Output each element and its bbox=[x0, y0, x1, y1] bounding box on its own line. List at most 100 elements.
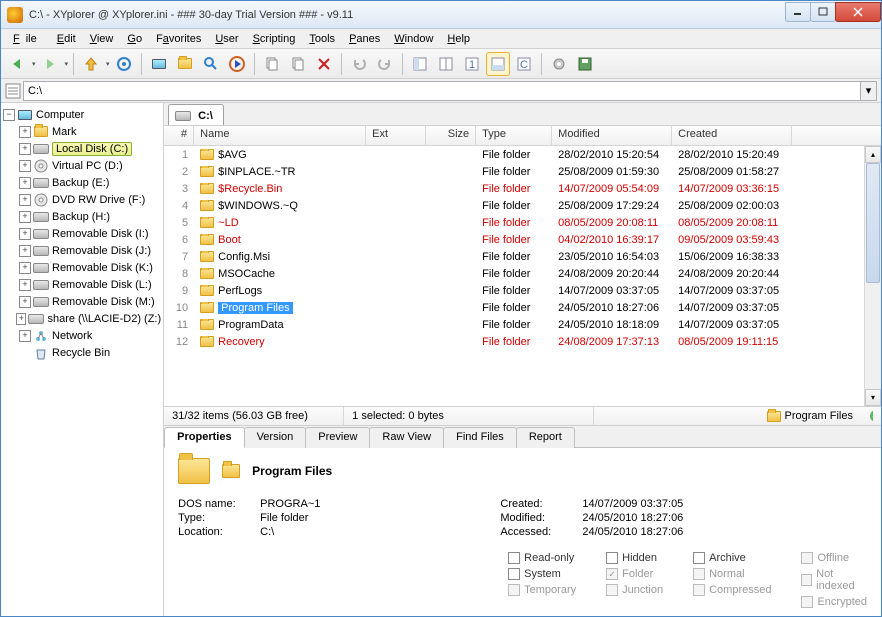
col-cre[interactable]: Created bbox=[672, 126, 792, 145]
col-type[interactable]: Type bbox=[476, 126, 552, 145]
fwd-dropdown[interactable]: ▾ bbox=[65, 60, 69, 68]
expand-icon[interactable]: + bbox=[19, 262, 31, 274]
menu-window[interactable]: Window bbox=[388, 32, 439, 46]
col-name[interactable]: Name bbox=[194, 126, 366, 145]
save-button[interactable] bbox=[573, 52, 597, 76]
maximize-button[interactable] bbox=[810, 2, 836, 22]
view-button[interactable] bbox=[147, 52, 171, 76]
menu-view[interactable]: View bbox=[84, 32, 120, 46]
tree-item[interactable]: +Removable Disk (M:) bbox=[3, 293, 161, 310]
expand-icon[interactable]: + bbox=[16, 313, 26, 325]
tree-item[interactable]: +Removable Disk (K:) bbox=[3, 259, 161, 276]
back-dropdown[interactable]: ▾ bbox=[32, 60, 36, 68]
tab-version[interactable]: Version bbox=[244, 427, 307, 448]
address-type-icon[interactable] bbox=[5, 83, 21, 99]
tab-report[interactable]: Report bbox=[516, 427, 575, 448]
tab-properties[interactable]: Properties bbox=[164, 427, 244, 448]
attr-hidden[interactable]: Hidden bbox=[606, 552, 663, 564]
expand-icon[interactable]: + bbox=[19, 211, 31, 223]
new-folder-button[interactable] bbox=[173, 52, 197, 76]
tree-item[interactable]: +Local Disk (C:) bbox=[3, 140, 161, 157]
tree-item[interactable]: +Removable Disk (J:) bbox=[3, 242, 161, 259]
address-dropdown[interactable]: ▾ bbox=[860, 82, 876, 100]
tree-item[interactable]: +Mark bbox=[3, 123, 161, 140]
redo-button[interactable] bbox=[373, 52, 397, 76]
expand-icon[interactable]: + bbox=[19, 177, 31, 189]
tree-item[interactable]: +Removable Disk (I:) bbox=[3, 225, 161, 242]
list-row[interactable]: 5~LDFile folder08/05/2009 20:08:1108/05/… bbox=[164, 214, 881, 231]
expand-icon[interactable]: + bbox=[19, 228, 31, 240]
list-row[interactable]: 7Config.MsiFile folder23/05/2010 16:54:0… bbox=[164, 248, 881, 265]
menu-user[interactable]: User bbox=[209, 32, 244, 46]
tree-item[interactable]: +Removable Disk (L:) bbox=[3, 276, 161, 293]
attr-system[interactable]: System bbox=[508, 568, 576, 580]
col-num[interactable]: # bbox=[164, 126, 194, 145]
folder-tree[interactable]: − Computer +Mark+Local Disk (C:)+Virtual… bbox=[1, 103, 164, 616]
tree-item[interactable]: +Network bbox=[3, 327, 161, 344]
panel5-button[interactable]: C bbox=[512, 52, 536, 76]
go-button[interactable] bbox=[225, 52, 249, 76]
up-dropdown[interactable]: ▾ bbox=[106, 60, 110, 68]
settings-button[interactable] bbox=[547, 52, 571, 76]
tree-item[interactable]: +DVD RW Drive (F:) bbox=[3, 191, 161, 208]
list-row[interactable]: 8MSOCacheFile folder24/08/2009 20:20:442… bbox=[164, 265, 881, 282]
panel2-button[interactable] bbox=[434, 52, 458, 76]
list-row[interactable]: 1$AVGFile folder28/02/2010 15:20:5428/02… bbox=[164, 146, 881, 163]
list-row[interactable]: 11ProgramDataFile folder24/05/2010 18:18… bbox=[164, 316, 881, 333]
menu-panes[interactable]: Panes bbox=[343, 32, 386, 46]
expand-icon[interactable]: + bbox=[19, 330, 31, 342]
list-row[interactable]: 4$WINDOWS.~QFile folder25/08/2009 17:29:… bbox=[164, 197, 881, 214]
close-button[interactable] bbox=[835, 2, 881, 22]
attr-readonly[interactable]: Read-only bbox=[508, 552, 576, 564]
undo-button[interactable] bbox=[347, 52, 371, 76]
menu-go[interactable]: Go bbox=[121, 32, 148, 46]
up-button[interactable] bbox=[79, 52, 103, 76]
col-size[interactable]: Size bbox=[426, 126, 476, 145]
tab-rawview[interactable]: Raw View bbox=[369, 427, 444, 448]
menu-tools[interactable]: Tools bbox=[303, 32, 341, 46]
minimize-button[interactable] bbox=[785, 2, 811, 22]
col-ext[interactable]: Ext bbox=[366, 126, 426, 145]
expand-icon[interactable]: + bbox=[19, 194, 31, 206]
col-mod[interactable]: Modified bbox=[552, 126, 672, 145]
expand-icon[interactable]: + bbox=[19, 245, 31, 257]
menu-edit[interactable]: Edit bbox=[51, 32, 82, 46]
copy-button[interactable] bbox=[260, 52, 284, 76]
tab-location[interactable]: C:\ bbox=[168, 104, 224, 125]
scroll-up-icon[interactable]: ▴ bbox=[865, 146, 881, 163]
target-button[interactable] bbox=[112, 52, 136, 76]
expand-icon[interactable]: + bbox=[19, 126, 31, 138]
list-row[interactable]: 10Program FilesFile folder24/05/2010 18:… bbox=[164, 299, 881, 316]
scroll-thumb[interactable] bbox=[866, 163, 880, 283]
expand-icon[interactable]: − bbox=[3, 109, 15, 121]
list-row[interactable]: 3$Recycle.BinFile folder14/07/2009 05:54… bbox=[164, 180, 881, 197]
menu-help[interactable]: Help bbox=[441, 32, 476, 46]
list-row[interactable]: 2$INPLACE.~TRFile folder25/08/2009 01:59… bbox=[164, 163, 881, 180]
search-button[interactable] bbox=[199, 52, 223, 76]
panel4-button[interactable] bbox=[486, 52, 510, 76]
cut-button[interactable] bbox=[286, 52, 310, 76]
tree-item[interactable]: +Backup (E:) bbox=[3, 174, 161, 191]
forward-button[interactable] bbox=[38, 52, 62, 76]
scroll-down-icon[interactable]: ▾ bbox=[865, 389, 881, 406]
tree-item[interactable]: +share (\\LACIE-D2) (Z:) bbox=[3, 310, 161, 327]
delete-button[interactable] bbox=[312, 52, 336, 76]
tree-item[interactable]: +Virtual PC (D:) bbox=[3, 157, 161, 174]
menu-favorites[interactable]: Favorites bbox=[150, 32, 207, 46]
vertical-scrollbar[interactable]: ▴ ▾ bbox=[864, 146, 881, 406]
list-row[interactable]: 6BootFile folder04/02/2010 16:39:1709/05… bbox=[164, 231, 881, 248]
panel3-button[interactable]: 1 bbox=[460, 52, 484, 76]
address-input[interactable]: C:\ ▾ bbox=[23, 81, 877, 101]
tree-item[interactable]: +Backup (H:) bbox=[3, 208, 161, 225]
tree-item[interactable]: Recycle Bin bbox=[3, 344, 161, 361]
panel1-button[interactable] bbox=[408, 52, 432, 76]
expand-icon[interactable]: + bbox=[19, 143, 31, 155]
expand-icon[interactable]: + bbox=[19, 279, 31, 291]
tree-root-computer[interactable]: − Computer bbox=[3, 106, 161, 123]
menu-file[interactable]: File bbox=[7, 32, 49, 46]
menu-scripting[interactable]: Scripting bbox=[247, 32, 302, 46]
tab-preview[interactable]: Preview bbox=[305, 427, 370, 448]
tab-findfiles[interactable]: Find Files bbox=[443, 427, 517, 448]
attr-archive[interactable]: Archive bbox=[693, 552, 771, 564]
expand-icon[interactable]: + bbox=[19, 296, 31, 308]
